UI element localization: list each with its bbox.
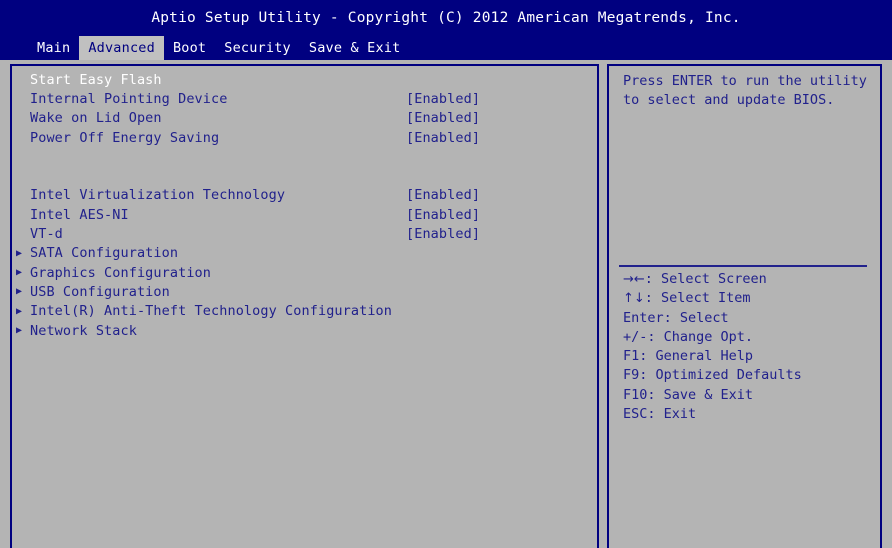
key-legend-label: : Select Screen: [644, 271, 767, 287]
key-legend-row: →←: Select Screen: [623, 270, 880, 289]
settings-row-label: Start Easy Flash: [30, 71, 162, 88]
page-title: Aptio Setup Utility - Copyright (C) 2012…: [151, 10, 741, 26]
help-panel: Press ENTER to run the utility to select…: [607, 64, 882, 548]
tab-advanced[interactable]: Advanced: [79, 36, 164, 60]
key-legend-label: F9: Optimized Defaults: [623, 367, 802, 384]
settings-row[interactable]: Intel AES-NI [Enabled]: [12, 205, 597, 224]
key-legend-row: +/-: Change Opt.: [623, 328, 880, 347]
key-legend-label: F10: Save & Exit: [623, 386, 754, 403]
submenu-arrow-icon: ▶: [16, 305, 23, 317]
submenu-arrow-icon: ▶: [16, 286, 23, 298]
key-legend-label: Enter: Select: [623, 309, 729, 326]
settings-row-spacer: [12, 166, 597, 185]
key-legend-row: ↑↓: Select Item: [623, 289, 880, 308]
settings-row[interactable]: ▶ Graphics Configuration: [12, 263, 597, 282]
key-legend-label: F1: General Help: [623, 348, 754, 365]
settings-row-label: Wake on Lid Open: [30, 110, 162, 127]
settings-row[interactable]: ▶ Intel(R) Anti-Theft Technology Configur…: [12, 302, 597, 321]
settings-row-label: SATA Configuration: [30, 245, 179, 262]
key-legend-row: F9: Optimized Defaults: [623, 366, 880, 385]
settings-row[interactable]: Power Off Energy Saving [Enabled]: [12, 128, 597, 147]
settings-row-value[interactable]: [Enabled]: [406, 110, 480, 126]
arrow-keys-icon: →←: [623, 272, 645, 287]
key-legend-label: +/-: Change Opt.: [623, 328, 754, 345]
key-legend-row: Enter: Select: [623, 309, 880, 328]
panel-gutter-left: [0, 60, 10, 548]
settings-row-spacer: [12, 147, 597, 166]
settings-row-label: USB Configuration: [30, 283, 170, 300]
settings-row-label: Network Stack: [30, 322, 137, 339]
submenu-arrow-icon: ▶: [16, 267, 23, 279]
tab-main[interactable]: Main: [28, 36, 79, 60]
key-legend-row: ESC: Exit: [623, 405, 880, 424]
help-description-line1: Press ENTER to run the utility: [623, 73, 867, 89]
key-legend-list: →←: Select Screen ↑↓: Select Item Enter: S…: [609, 270, 880, 424]
settings-row-value[interactable]: [Enabled]: [406, 187, 480, 203]
settings-row-label: Power Off Energy Saving: [30, 129, 220, 146]
tab-save-exit[interactable]: Save & Exit: [300, 36, 410, 60]
arrow-keys-icon: ↑↓: [623, 291, 645, 307]
settings-row[interactable]: ▶ SATA Configuration: [12, 244, 597, 263]
settings-row-label: Graphics Configuration: [30, 264, 212, 281]
menu-bar: Main Advanced Boot Security Save & Exit: [0, 36, 892, 60]
submenu-arrow-icon: ▶: [16, 247, 23, 259]
tab-security[interactable]: Security: [215, 36, 300, 60]
key-legend-label: ESC: Exit: [623, 406, 697, 423]
settings-row[interactable]: Internal Pointing Device [Enabled]: [12, 89, 597, 108]
settings-row[interactable]: Start Easy Flash: [12, 70, 597, 89]
settings-row-value[interactable]: [Enabled]: [406, 226, 480, 242]
title-bar: Aptio Setup Utility - Copyright (C) 2012…: [0, 0, 892, 36]
panel-gutter-right: [882, 60, 892, 548]
help-description-line2: to select and update BIOS.: [623, 92, 835, 109]
settings-row-value[interactable]: [Enabled]: [406, 91, 480, 107]
help-description: Press ENTER to run the utility to select…: [609, 66, 880, 111]
key-legend-label: : Select Item: [644, 290, 751, 307]
bios-setup-screen: Aptio Setup Utility - Copyright (C) 2012…: [0, 0, 892, 548]
key-legend-row: F1: General Help: [623, 347, 880, 366]
settings-row-label: Intel AES-NI: [30, 206, 129, 223]
settings-row[interactable]: Wake on Lid Open [Enabled]: [12, 109, 597, 128]
settings-panel: Start Easy Flash Internal Pointing Device…: [10, 64, 599, 548]
settings-list: Start Easy Flash Internal Pointing Device…: [12, 66, 597, 340]
key-legend-row: F10: Save & Exit: [623, 386, 880, 405]
settings-row-label: Intel(R) Anti-Theft Technology Configura…: [30, 303, 393, 320]
settings-row-value[interactable]: [Enabled]: [406, 130, 480, 146]
settings-row[interactable]: ▶ USB Configuration: [12, 282, 597, 301]
settings-row-label: VT-d: [30, 226, 63, 243]
tab-boot[interactable]: Boot: [164, 36, 215, 60]
settings-row[interactable]: Intel Virtualization Technology [Enabled]: [12, 186, 597, 205]
settings-row[interactable]: VT-d [Enabled]: [12, 224, 597, 243]
help-divider: [619, 265, 867, 267]
submenu-arrow-icon: ▶: [16, 325, 23, 336]
settings-row-label: Internal Pointing Device: [30, 90, 228, 107]
settings-row-label: Intel Virtualization Technology: [30, 187, 286, 204]
panel-gutter-middle: [599, 60, 607, 548]
settings-row-value[interactable]: [Enabled]: [406, 207, 480, 223]
settings-row[interactable]: ▶ Network Stack: [12, 321, 597, 340]
